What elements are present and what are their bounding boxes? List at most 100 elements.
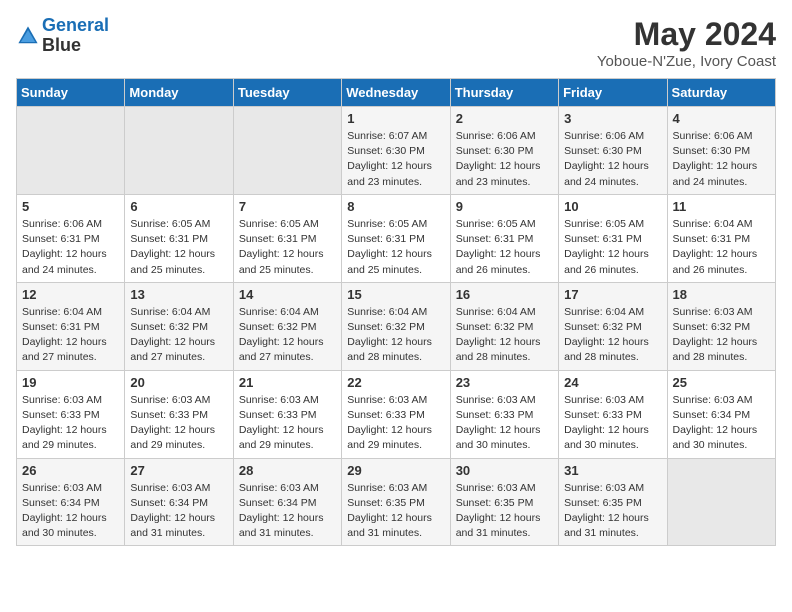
- day-number: 18: [673, 287, 770, 302]
- day-info: Sunrise: 6:03 AMSunset: 6:33 PMDaylight:…: [347, 393, 444, 454]
- day-number: 24: [564, 375, 661, 390]
- calendar-cell: 26Sunrise: 6:03 AMSunset: 6:34 PMDayligh…: [17, 458, 125, 546]
- day-number: 17: [564, 287, 661, 302]
- day-number: 5: [22, 199, 119, 214]
- page-header: GeneralBlue May 2024 Yoboue-N'Zue, Ivory…: [16, 16, 776, 70]
- day-number: 15: [347, 287, 444, 302]
- week-row-0: 1 Sunrise: 6:07 AMSunset: 6:30 PMDaylight…: [17, 107, 776, 195]
- weekday-saturday: Saturday: [667, 79, 775, 107]
- day-info: Sunrise: 6:04 AMSunset: 6:32 PMDaylight:…: [564, 305, 661, 366]
- week-row-4: 26 Sunrise: 6:03 AMSunset: 6:34 PMDayligh…: [17, 458, 776, 546]
- day-number: 8: [347, 199, 444, 214]
- calendar-cell: 17 Sunrise: 6:04 AMSunset: 6:32 PMDayligh…: [559, 282, 667, 370]
- calendar-title: May 2024: [597, 16, 776, 53]
- calendar-cell: 14Sunrise: 6:04 AMSunset: 6:32 PMDayligh…: [233, 282, 341, 370]
- logo-icon: [16, 24, 40, 48]
- day-number: 23: [456, 375, 553, 390]
- day-info: Sunrise: 6:03 AMSunset: 6:35 PMDaylight:…: [456, 481, 553, 542]
- calendar-cell: 12 Sunrise: 6:04 AMSunset: 6:31 PMDayligh…: [17, 282, 125, 370]
- day-number: 11: [673, 199, 770, 214]
- day-info: Sunrise: 6:06 AMSunset: 6:30 PMDaylight:…: [564, 129, 661, 190]
- calendar-subtitle: Yoboue-N'Zue, Ivory Coast: [597, 53, 776, 70]
- day-number: 30: [456, 463, 553, 478]
- day-number: 19: [22, 375, 119, 390]
- calendar-cell: 18 Sunrise: 6:03 AMSunset: 6:32 PMDayligh…: [667, 282, 775, 370]
- calendar-cell: 2 Sunrise: 6:06 AMSunset: 6:30 PMDaylight…: [450, 107, 558, 195]
- day-info: Sunrise: 6:04 AMSunset: 6:32 PMDaylight:…: [456, 305, 553, 366]
- day-info: Sunrise: 6:05 AMSunset: 6:31 PMDaylight:…: [456, 217, 553, 278]
- day-info: Sunrise: 6:04 AMSunset: 6:32 PMDaylight:…: [347, 305, 444, 366]
- day-info: Sunrise: 6:05 AMSunset: 6:31 PMDaylight:…: [239, 217, 336, 278]
- day-number: 21: [239, 375, 336, 390]
- day-number: 25: [673, 375, 770, 390]
- week-row-3: 19 Sunrise: 6:03 AMSunset: 6:33 PMDayligh…: [17, 370, 776, 458]
- calendar-cell: 6Sunrise: 6:05 AMSunset: 6:31 PMDaylight…: [125, 194, 233, 282]
- weekday-thursday: Thursday: [450, 79, 558, 107]
- day-number: 22: [347, 375, 444, 390]
- day-info: Sunrise: 6:04 AMSunset: 6:32 PMDaylight:…: [130, 305, 227, 366]
- calendar-cell: 24Sunrise: 6:03 AMSunset: 6:33 PMDayligh…: [559, 370, 667, 458]
- calendar-cell: 7 Sunrise: 6:05 AMSunset: 6:31 PMDaylight…: [233, 194, 341, 282]
- calendar-cell: 13 Sunrise: 6:04 AMSunset: 6:32 PMDayligh…: [125, 282, 233, 370]
- day-number: 12: [22, 287, 119, 302]
- logo-text: GeneralBlue: [42, 16, 109, 56]
- calendar-cell: 16 Sunrise: 6:04 AMSunset: 6:32 PMDayligh…: [450, 282, 558, 370]
- calendar-cell: 19 Sunrise: 6:03 AMSunset: 6:33 PMDayligh…: [17, 370, 125, 458]
- day-number: 16: [456, 287, 553, 302]
- day-number: 14: [239, 287, 336, 302]
- day-number: 26: [22, 463, 119, 478]
- calendar-cell: 1 Sunrise: 6:07 AMSunset: 6:30 PMDaylight…: [342, 107, 450, 195]
- calendar-cell: 29 Sunrise: 6:03 AMSunset: 6:35 PMDayligh…: [342, 458, 450, 546]
- calendar-cell: 22 Sunrise: 6:03 AMSunset: 6:33 PMDayligh…: [342, 370, 450, 458]
- weekday-monday: Monday: [125, 79, 233, 107]
- day-info: Sunrise: 6:06 AMSunset: 6:30 PMDaylight:…: [456, 129, 553, 190]
- calendar-body: 1 Sunrise: 6:07 AMSunset: 6:30 PMDaylight…: [17, 107, 776, 546]
- calendar-cell: 15 Sunrise: 6:04 AMSunset: 6:32 PMDayligh…: [342, 282, 450, 370]
- calendar-cell: 11 Sunrise: 6:04 AMSunset: 6:31 PMDayligh…: [667, 194, 775, 282]
- day-info: Sunrise: 6:03 AMSunset: 6:33 PMDaylight:…: [239, 393, 336, 454]
- day-info: Sunrise: 6:05 AMSunset: 6:31 PMDaylight:…: [347, 217, 444, 278]
- day-number: 27: [130, 463, 227, 478]
- calendar-cell: 10Sunrise: 6:05 AMSunset: 6:31 PMDayligh…: [559, 194, 667, 282]
- calendar-cell: 4Sunrise: 6:06 AMSunset: 6:30 PMDaylight…: [667, 107, 775, 195]
- calendar-table: SundayMondayTuesdayWednesdayThursdayFrid…: [16, 78, 776, 546]
- day-info: Sunrise: 6:03 AMSunset: 6:33 PMDaylight:…: [456, 393, 553, 454]
- week-row-2: 12 Sunrise: 6:04 AMSunset: 6:31 PMDayligh…: [17, 282, 776, 370]
- day-info: Sunrise: 6:03 AMSunset: 6:35 PMDaylight:…: [564, 481, 661, 542]
- day-number: 7: [239, 199, 336, 214]
- weekday-sunday: Sunday: [17, 79, 125, 107]
- calendar-cell: 25Sunrise: 6:03 AMSunset: 6:34 PMDayligh…: [667, 370, 775, 458]
- day-info: Sunrise: 6:07 AMSunset: 6:30 PMDaylight:…: [347, 129, 444, 190]
- day-info: Sunrise: 6:04 AMSunset: 6:31 PMDaylight:…: [673, 217, 770, 278]
- calendar-cell: 31Sunrise: 6:03 AMSunset: 6:35 PMDayligh…: [559, 458, 667, 546]
- day-number: 4: [673, 111, 770, 126]
- day-info: Sunrise: 6:03 AMSunset: 6:33 PMDaylight:…: [22, 393, 119, 454]
- calendar-cell: [233, 107, 341, 195]
- calendar-cell: 9 Sunrise: 6:05 AMSunset: 6:31 PMDaylight…: [450, 194, 558, 282]
- day-number: 6: [130, 199, 227, 214]
- day-number: 3: [564, 111, 661, 126]
- day-number: 2: [456, 111, 553, 126]
- weekday-header-row: SundayMondayTuesdayWednesdayThursdayFrid…: [17, 79, 776, 107]
- title-block: May 2024 Yoboue-N'Zue, Ivory Coast: [597, 16, 776, 70]
- day-number: 20: [130, 375, 227, 390]
- day-info: Sunrise: 6:03 AMSunset: 6:35 PMDaylight:…: [347, 481, 444, 542]
- weekday-wednesday: Wednesday: [342, 79, 450, 107]
- day-number: 1: [347, 111, 444, 126]
- day-info: Sunrise: 6:03 AMSunset: 6:34 PMDaylight:…: [130, 481, 227, 542]
- calendar-cell: 27 Sunrise: 6:03 AMSunset: 6:34 PMDayligh…: [125, 458, 233, 546]
- day-info: Sunrise: 6:03 AMSunset: 6:33 PMDaylight:…: [130, 393, 227, 454]
- calendar-cell: 5 Sunrise: 6:06 AMSunset: 6:31 PMDaylight…: [17, 194, 125, 282]
- day-number: 28: [239, 463, 336, 478]
- day-number: 10: [564, 199, 661, 214]
- day-info: Sunrise: 6:06 AMSunset: 6:31 PMDaylight:…: [22, 217, 119, 278]
- day-info: Sunrise: 6:04 AMSunset: 6:31 PMDaylight:…: [22, 305, 119, 366]
- calendar-cell: 30 Sunrise: 6:03 AMSunset: 6:35 PMDayligh…: [450, 458, 558, 546]
- calendar-cell: [667, 458, 775, 546]
- calendar-cell: 20 Sunrise: 6:03 AMSunset: 6:33 PMDayligh…: [125, 370, 233, 458]
- day-number: 29: [347, 463, 444, 478]
- day-number: 9: [456, 199, 553, 214]
- day-info: Sunrise: 6:03 AMSunset: 6:32 PMDaylight:…: [673, 305, 770, 366]
- day-number: 13: [130, 287, 227, 302]
- weekday-tuesday: Tuesday: [233, 79, 341, 107]
